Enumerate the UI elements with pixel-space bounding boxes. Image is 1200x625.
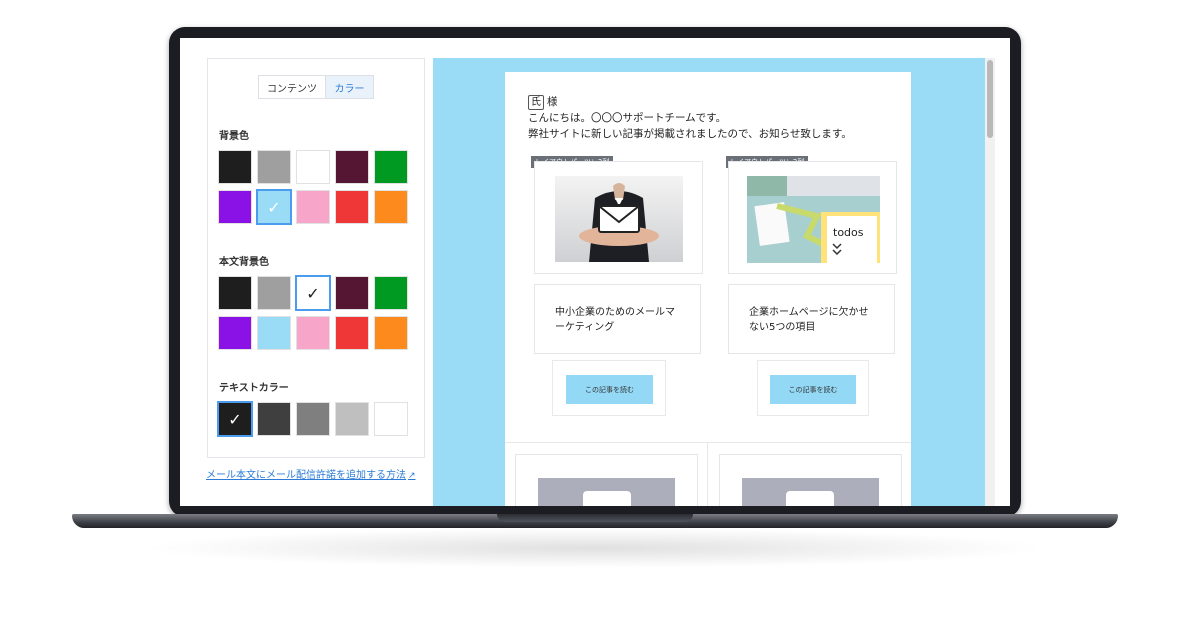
- text-color-swatch[interactable]: ✓: [217, 401, 253, 437]
- body-background-color-swatch[interactable]: [257, 276, 291, 310]
- background-color-label: 背景色: [219, 131, 249, 142]
- checkmark-icon: ✓: [267, 197, 281, 217]
- honorific: 様: [547, 96, 558, 108]
- external-link-icon: ↗: [408, 471, 416, 481]
- body-background-color-swatch[interactable]: [335, 276, 369, 310]
- text-color-swatch[interactable]: [374, 402, 408, 436]
- scrollbar-thumb[interactable]: [987, 60, 993, 138]
- background-color-swatch[interactable]: [218, 190, 252, 224]
- background-color-swatch[interactable]: [296, 150, 330, 184]
- preview-scrollbar[interactable]: [985, 58, 995, 506]
- color-settings-panel: コンテンツ カラー 背景色 ✓ 本文背景色 ✓ テキストカラー ✓: [207, 58, 425, 458]
- body-background-color-swatch[interactable]: ✓: [295, 275, 331, 311]
- todos-notebook-image: todos: [747, 176, 880, 263]
- text-color-label: テキストカラー: [219, 383, 289, 394]
- read-button-block: この記事を読む: [552, 360, 666, 416]
- greeting-block: 氏様 こんにちは。〇〇〇サポートチームです。 弊社サイトに新しい記事が掲載されま…: [528, 94, 852, 142]
- read-button-block: この記事を読む: [757, 360, 869, 416]
- body-background-color-label: 本文背景色: [219, 257, 269, 268]
- help-link-text: メール本文にメール配信許諾を追加する方法: [206, 470, 406, 481]
- body-background-color-swatch[interactable]: [218, 316, 252, 350]
- background-color-swatch[interactable]: ✓: [256, 189, 292, 225]
- text-color-swatch[interactable]: [257, 402, 291, 436]
- body-background-color-swatch[interactable]: [374, 276, 408, 310]
- background-color-swatch[interactable]: [335, 190, 369, 224]
- article-image-card[interactable]: [515, 454, 698, 506]
- body-background-color-swatch[interactable]: [335, 316, 369, 350]
- article-title-box[interactable]: 中小企業のためのメールマーケティング: [534, 284, 701, 354]
- background-color-swatch[interactable]: [296, 190, 330, 224]
- article-image-card[interactable]: [534, 161, 703, 274]
- checkmark-icon: ✓: [228, 409, 242, 429]
- screen: コンテンツ カラー 背景色 ✓ 本文背景色 ✓ テキストカラー ✓ メール本文に…: [180, 38, 1010, 506]
- text-color-swatch[interactable]: [296, 402, 330, 436]
- image-placeholder-icon: [583, 491, 631, 506]
- mail-permission-help-link[interactable]: メール本文にメール配信許諾を追加する方法 ↗: [206, 466, 416, 481]
- image-placeholder-icon: [786, 491, 834, 506]
- text-color-swatch[interactable]: [335, 402, 369, 436]
- name-tag[interactable]: 氏: [528, 95, 544, 110]
- body-background-color-swatch[interactable]: [296, 316, 330, 350]
- article-image-card[interactable]: [719, 454, 902, 506]
- email-hands-image: [555, 176, 683, 262]
- text-color-swatches: ✓: [217, 401, 408, 437]
- background-color-swatch[interactable]: [257, 150, 291, 184]
- laptop-mockup: コンテンツ カラー 背景色 ✓ 本文背景色 ✓ テキストカラー ✓ メール本文に…: [0, 0, 1200, 625]
- article-title: 企業ホームページに欠かせない5つの項目: [749, 307, 869, 333]
- laptop-notch: [497, 514, 693, 522]
- body-background-color-swatch[interactable]: [374, 316, 408, 350]
- email-body: 氏様 こんにちは。〇〇〇サポートチームです。 弊社サイトに新しい記事が掲載されま…: [505, 72, 911, 506]
- background-color-swatch[interactable]: [218, 150, 252, 184]
- tab-bar: コンテンツ カラー: [258, 75, 374, 99]
- section-divider: [505, 442, 911, 443]
- email-preview: 氏様 こんにちは。〇〇〇サポートチームです。 弊社サイトに新しい記事が掲載されま…: [433, 58, 985, 506]
- background-color-swatch[interactable]: [374, 150, 408, 184]
- body-background-color-swatch[interactable]: [218, 276, 252, 310]
- body-background-color-swatch[interactable]: [257, 316, 291, 350]
- article-title: 中小企業のためのメールマーケティング: [555, 307, 675, 333]
- laptop-shadow: [140, 528, 1050, 568]
- notebook-text: todos: [833, 226, 864, 239]
- body-background-color-swatches: ✓: [218, 275, 408, 350]
- greeting-line-2: 弊社サイトに新しい記事が掲載されましたので、お知らせ致します。: [528, 128, 852, 140]
- background-color-swatch[interactable]: [335, 150, 369, 184]
- background-color-swatch[interactable]: [374, 190, 408, 224]
- tab-color[interactable]: カラー: [325, 76, 373, 98]
- greeting-line-1: こんにちは。〇〇〇サポートチームです。: [528, 112, 727, 124]
- read-article-button[interactable]: この記事を読む: [566, 375, 653, 404]
- article-title-box[interactable]: 企業ホームページに欠かせない5つの項目: [728, 284, 895, 354]
- checkmark-icon: ✓: [306, 283, 320, 303]
- background-color-swatches: ✓: [218, 150, 408, 225]
- column-divider: [707, 442, 708, 506]
- read-article-button[interactable]: この記事を読む: [770, 375, 856, 404]
- recipient-line: 氏様: [528, 94, 852, 110]
- tab-contents[interactable]: コンテンツ: [259, 76, 325, 98]
- article-image-card[interactable]: todos: [728, 161, 897, 274]
